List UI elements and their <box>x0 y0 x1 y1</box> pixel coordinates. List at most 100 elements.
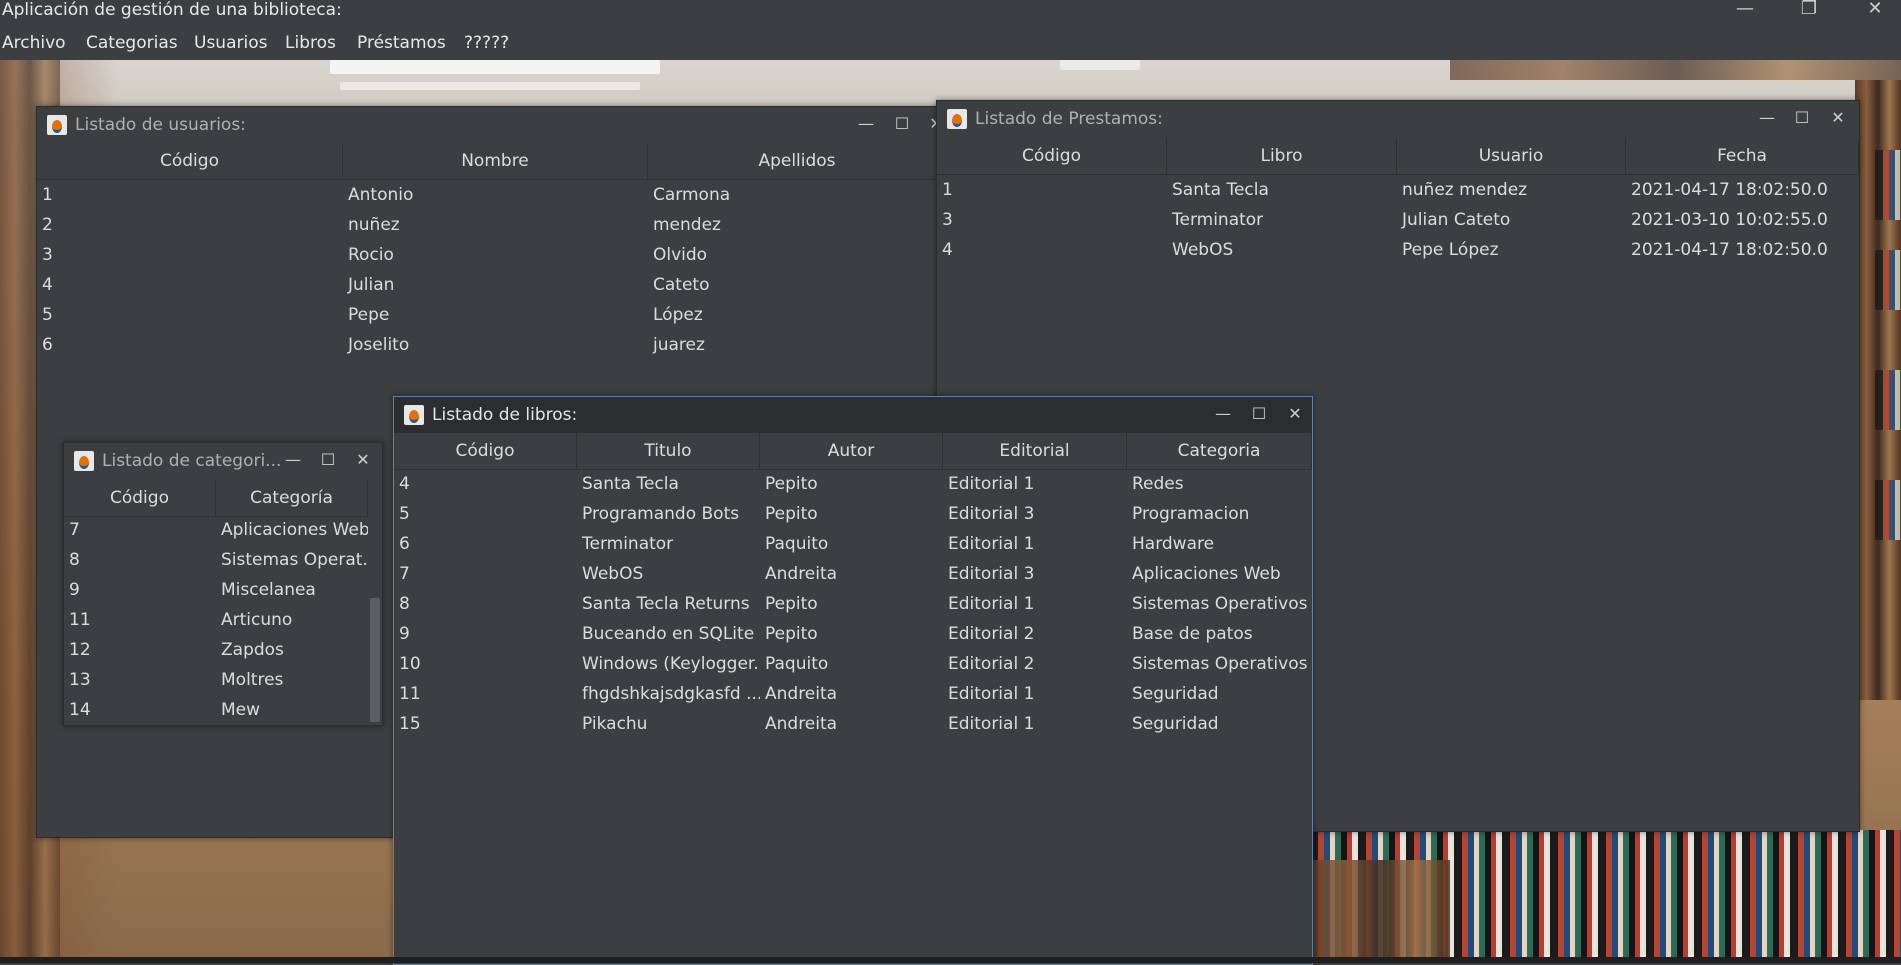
libros-minimize-button[interactable]: — <box>1212 403 1234 425</box>
col-codigo[interactable]: Código <box>37 143 343 179</box>
col-codigo[interactable]: Código <box>937 138 1167 174</box>
categorias-title: Listado de categori... <box>102 451 282 471</box>
categorias-scrollbar[interactable] <box>369 516 381 722</box>
cell: 3 <box>942 210 953 230</box>
cell: Terminator <box>582 534 674 554</box>
cell: 10 <box>399 654 421 674</box>
cell: Cateto <box>653 275 710 295</box>
col-categoria[interactable]: Categoria <box>1127 433 1312 469</box>
menu-libros[interactable]: Libros <box>285 33 336 53</box>
cell: Pepe López <box>1402 240 1499 260</box>
col-fecha[interactable]: Fecha <box>1626 138 1859 174</box>
table-row[interactable]: 6 Joselito juarez <box>37 330 947 360</box>
table-row[interactable]: 1 Santa Tecla nuñez mendez 2021-04-17 18… <box>937 175 1859 205</box>
col-libro[interactable]: Libro <box>1167 138 1397 174</box>
col-codigo[interactable]: Código <box>394 433 577 469</box>
libros-window: Listado de libros: — ☐ ✕ Código Titulo A… <box>393 396 1313 965</box>
app-restore-button[interactable]: ❐ <box>1786 0 1832 20</box>
table-row[interactable]: 4 Julian Cateto <box>37 270 947 300</box>
cell: 12 <box>69 640 91 660</box>
cell: 4 <box>399 474 410 494</box>
cell: Paquito <box>765 534 829 554</box>
cell: Moltres <box>221 670 284 690</box>
table-row[interactable]: 5 Programando Bots Pepito Editorial 3 Pr… <box>394 499 1312 529</box>
table-row[interactable]: 4 Santa Tecla Pepito Editorial 1 Redes <box>394 469 1312 499</box>
table-row[interactable]: 12 Zapdos <box>64 635 368 665</box>
table-row[interactable]: 15 Pikachu Andreita Editorial 1 Segurida… <box>394 709 1312 739</box>
libros-maximize-button[interactable]: ☐ <box>1248 403 1270 425</box>
categorias-maximize-button[interactable]: ☐ <box>317 449 339 471</box>
categorias-minimize-button[interactable]: — <box>282 449 304 471</box>
prestamos-titlebar[interactable]: Listado de Prestamos: — ☐ ✕ <box>937 101 1859 137</box>
prestamos-minimize-button[interactable]: — <box>1756 107 1778 129</box>
cell: 14 <box>69 700 91 720</box>
app-close-button[interactable]: ✕ <box>1852 0 1898 20</box>
usuarios-titlebar[interactable]: Listado de usuarios: — ☐ ✕ <box>37 107 947 143</box>
categorias-scroll-thumb[interactable] <box>370 598 380 722</box>
categorias-close-button[interactable]: ✕ <box>352 449 374 471</box>
menu-archivo[interactable]: Archivo <box>2 33 66 53</box>
table-row[interactable]: 11 fhgdshkajsdgkasfd ... Andreita Editor… <box>394 679 1312 709</box>
libros-close-button[interactable]: ✕ <box>1284 403 1306 425</box>
usuarios-table-header: Código Nombre Apellidos <box>37 143 947 180</box>
table-row[interactable]: 6 Terminator Paquito Editorial 1 Hardwar… <box>394 529 1312 559</box>
cell: 13 <box>69 670 91 690</box>
cell: Joselito <box>348 335 410 355</box>
table-row[interactable]: 8 Santa Tecla Returns Pepito Editorial 1… <box>394 589 1312 619</box>
app-minimize-button[interactable]: — <box>1722 0 1768 20</box>
cell: Windows (Keylogger... <box>582 654 760 674</box>
col-categoria[interactable]: Categoría <box>216 480 368 516</box>
table-row[interactable]: 7 WebOS Andreita Editorial 3 Aplicacione… <box>394 559 1312 589</box>
table-row[interactable]: 3 Rocio Olvido <box>37 240 947 270</box>
prestamos-close-button[interactable]: ✕ <box>1827 107 1849 129</box>
col-nombre[interactable]: Nombre <box>343 143 648 179</box>
cell: Seguridad <box>1132 684 1219 704</box>
cell: Santa Tecla Returns <box>582 594 750 614</box>
table-row[interactable]: 9 Miscelanea <box>64 575 368 605</box>
table-row[interactable]: 13 Moltres <box>64 665 368 695</box>
col-autor[interactable]: Autor <box>760 433 943 469</box>
col-codigo[interactable]: Código <box>64 480 216 516</box>
table-row[interactable]: 14 Mew <box>64 695 368 725</box>
col-titulo[interactable]: Titulo <box>577 433 760 469</box>
categorias-titlebar[interactable]: Listado de categori... — ☐ ✕ <box>64 443 382 479</box>
table-row[interactable]: 7 Aplicaciones Web <box>64 515 368 545</box>
cell: Editorial 1 <box>948 684 1035 704</box>
usuarios-maximize-button[interactable]: ☐ <box>891 113 913 135</box>
cell: Editorial 1 <box>948 714 1035 734</box>
menu-categorias[interactable]: Categorias <box>86 33 178 53</box>
col-usuario[interactable]: Usuario <box>1397 138 1626 174</box>
cell: Editorial 1 <box>948 594 1035 614</box>
taskbar-strip <box>0 957 1901 963</box>
cell: fhgdshkajsdgkasfd ... <box>582 684 760 704</box>
cell: nuñez mendez <box>1402 180 1528 200</box>
table-row[interactable]: 4 WebOS Pepe López 2021-04-17 18:02:50.0 <box>937 235 1859 265</box>
libros-titlebar[interactable]: Listado de libros: — ☐ ✕ <box>394 397 1312 433</box>
prestamos-maximize-button[interactable]: ☐ <box>1791 107 1813 129</box>
app-title: Aplicación de gestión de una biblioteca: <box>2 0 342 20</box>
table-row[interactable]: 11 Articuno <box>64 605 368 635</box>
menu-prestamos[interactable]: Préstamos <box>357 33 446 53</box>
cell: Olvido <box>653 245 708 265</box>
table-row[interactable]: 1 Antonio Carmona <box>37 180 947 210</box>
categorias-table-header: Código Categoría <box>64 480 368 517</box>
col-apellidos[interactable]: Apellidos <box>648 143 947 179</box>
cell: Sistemas Operativos <box>1132 594 1308 614</box>
cell: 15 <box>399 714 421 734</box>
cell: 5 <box>399 504 410 524</box>
table-row[interactable]: 3 Terminator Julian Cateto 2021-03-10 10… <box>937 205 1859 235</box>
cell: 7 <box>69 520 80 540</box>
cell: Redes <box>1132 474 1184 494</box>
menu-usuarios[interactable]: Usuarios <box>194 33 267 53</box>
table-row[interactable]: 10 Windows (Keylogger... Paquito Editori… <box>394 649 1312 679</box>
col-editorial[interactable]: Editorial <box>943 433 1127 469</box>
cell: Zapdos <box>221 640 284 660</box>
cell: Pepito <box>765 474 818 494</box>
table-row[interactable]: 9 Buceando en SQLite Pepito Editorial 2 … <box>394 619 1312 649</box>
table-row[interactable]: 8 Sistemas Operat... <box>64 545 368 575</box>
usuarios-minimize-button[interactable]: — <box>855 113 877 135</box>
table-row[interactable]: 5 Pepe López <box>37 300 947 330</box>
menu-help[interactable]: ????? <box>464 33 509 53</box>
cell: Julian Cateto <box>1402 210 1511 230</box>
table-row[interactable]: 2 nuñez mendez <box>37 210 947 240</box>
